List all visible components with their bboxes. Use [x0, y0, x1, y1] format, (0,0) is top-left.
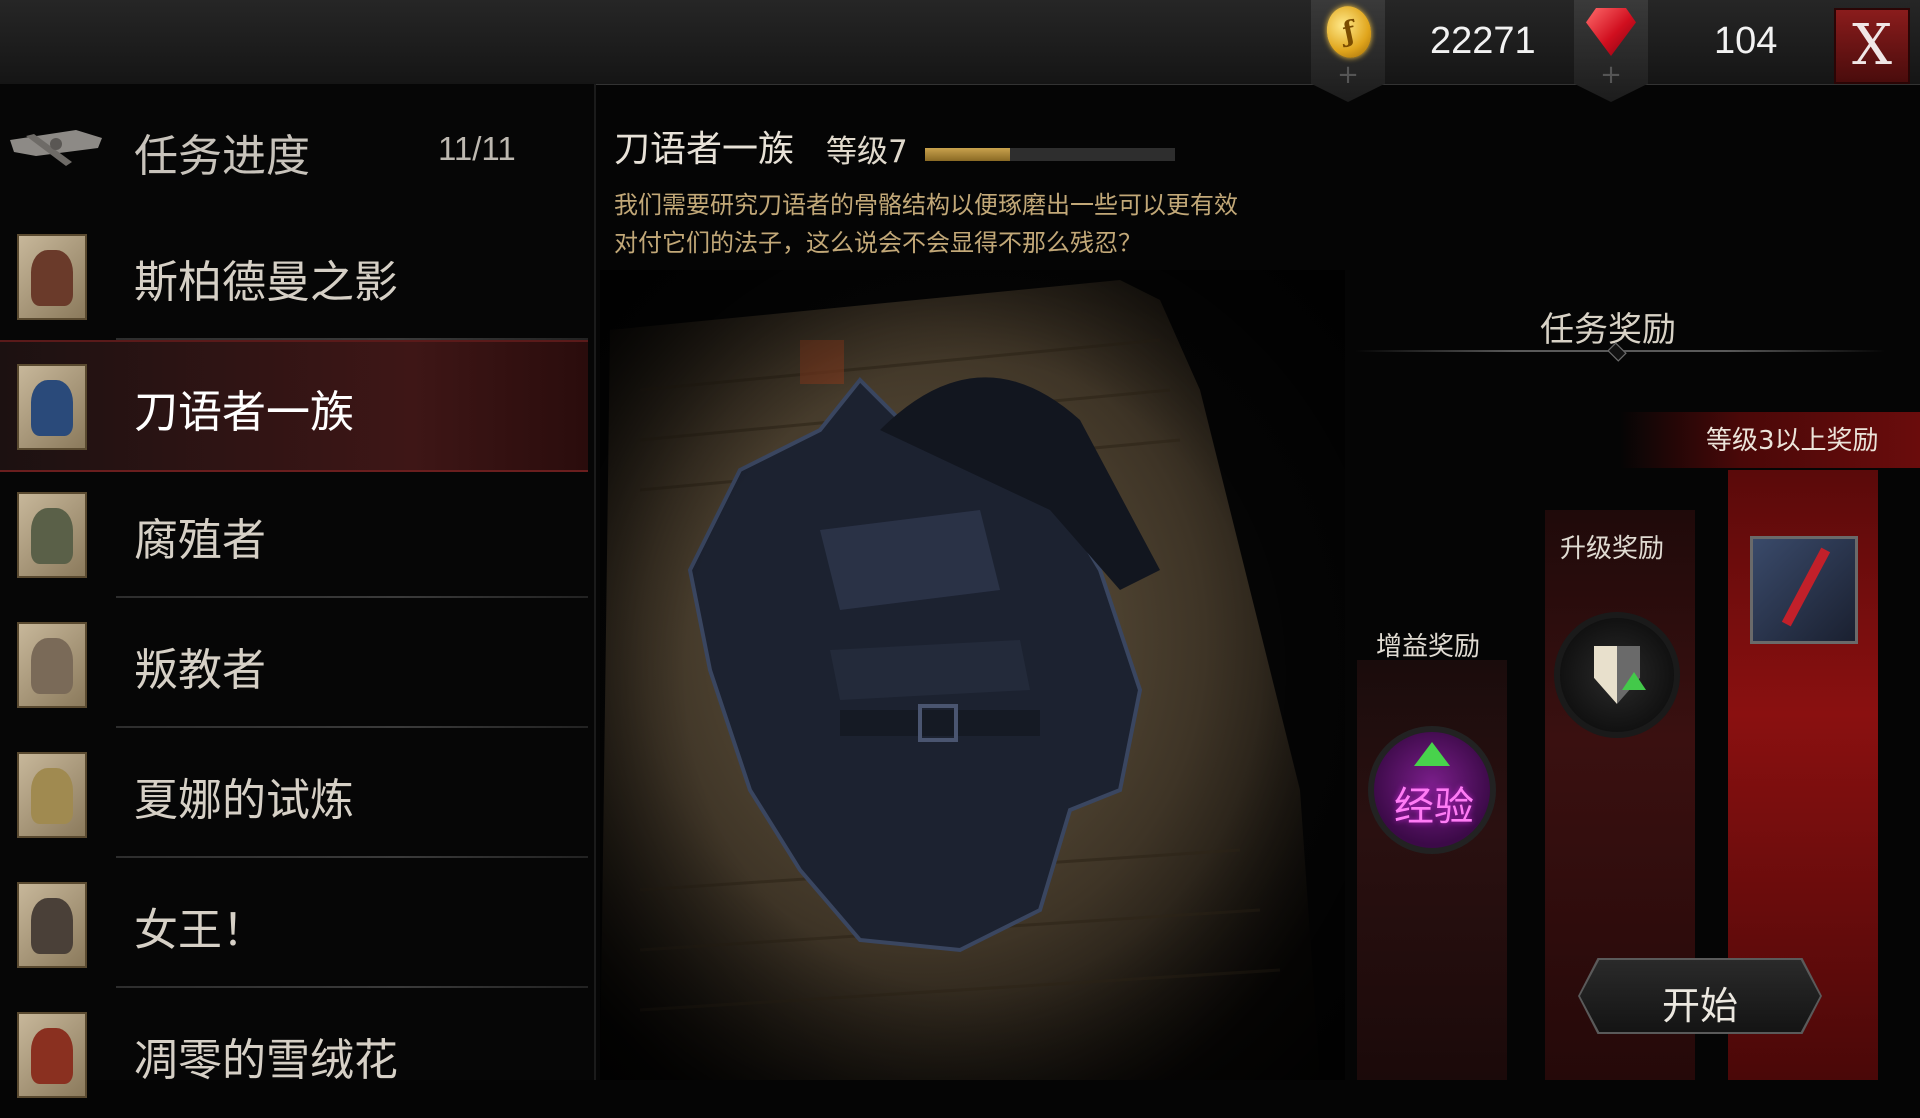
- quest-item[interactable]: 叛教者: [0, 600, 588, 728]
- top-bar: ƒ + 22271 + 104 X: [0, 0, 1920, 102]
- bonus-reward-column: [1357, 660, 1507, 1080]
- add-gold-icon[interactable]: +: [1311, 62, 1385, 88]
- reward-section-title: 任务奖励: [1540, 310, 1676, 350]
- quest-item-selected[interactable]: 刀语者一族: [0, 340, 588, 472]
- tier-reward-item-card[interactable]: [1750, 536, 1858, 644]
- quest-progress-count: 11/11: [438, 130, 516, 167]
- quest-thumbnail: [17, 752, 87, 838]
- quest-label: 腐殖者: [134, 515, 266, 566]
- quest-thumbnail: [17, 234, 87, 320]
- level-progress-bar: [925, 148, 1175, 161]
- quest-thumbnail: [17, 1012, 87, 1098]
- xp-bonus-text: 经验: [1394, 784, 1474, 830]
- start-button-label: 开始: [1662, 984, 1739, 1028]
- blade-icon: [1781, 547, 1831, 627]
- quest-progress-label: 任务进度: [134, 131, 310, 182]
- quest-level: 等级7: [826, 134, 908, 170]
- ruby-gem-icon: [1586, 8, 1636, 56]
- gem-currency-slot[interactable]: +: [1574, 0, 1648, 102]
- quest-thumbnail: [17, 492, 87, 578]
- level-progress-fill: [925, 148, 1010, 161]
- bonus-reward-label: 增益奖励: [1376, 632, 1481, 662]
- quest-thumbnail: [17, 622, 87, 708]
- close-button[interactable]: X: [1834, 8, 1910, 84]
- gold-currency-slot[interactable]: ƒ +: [1311, 0, 1385, 102]
- quest-item[interactable]: 凋零的雪绒花: [0, 990, 588, 1118]
- quest-description: 我们需要研究刀语者的骨骼结构以便琢磨出一些可以更有效对付它们的法子，这么说会不会…: [614, 191, 1238, 257]
- scroll-icon: [10, 130, 102, 166]
- gem-amount: 104: [1714, 20, 1778, 62]
- quest-item[interactable]: 夏娜的试炼: [0, 730, 588, 858]
- quest-item[interactable]: 女王！: [0, 860, 588, 988]
- quest-label: 女王！: [134, 905, 266, 956]
- tier-reward-label: 等级3以上奖励: [1706, 426, 1879, 456]
- quest-label: 夏娜的试炼: [134, 775, 354, 826]
- upgrade-arrow-icon: [1622, 672, 1646, 690]
- quest-detail-title: 刀语者一族: [614, 129, 795, 170]
- gold-coin-icon: ƒ: [1322, 1, 1376, 63]
- gold-amount: 22271: [1430, 20, 1536, 62]
- add-gem-icon[interactable]: +: [1574, 62, 1648, 88]
- quest-label: 凋零的雪绒花: [134, 1035, 398, 1086]
- xp-up-arrow-icon: [1414, 742, 1450, 766]
- monster-parchment-illustration: [600, 270, 1345, 1080]
- upgrade-reward-label: 升级奖励: [1560, 534, 1665, 564]
- quest-item[interactable]: 斯柏德曼之影: [0, 212, 588, 340]
- quest-list-sidebar: 任务进度 11/11 斯柏德曼之影 刀语者一族 腐殖者 叛教者 夏娜的试炼 女王…: [0, 84, 596, 1098]
- quest-label: 斯柏德曼之影: [134, 257, 398, 308]
- quest-progress-header: 任务进度 11/11: [0, 84, 594, 212]
- quest-item[interactable]: 腐殖者: [0, 470, 588, 598]
- quest-label: 叛教者: [134, 645, 266, 696]
- quest-label: 刀语者一族: [134, 387, 354, 438]
- quest-thumbnail: [17, 882, 87, 968]
- quest-thumbnail: [17, 364, 87, 450]
